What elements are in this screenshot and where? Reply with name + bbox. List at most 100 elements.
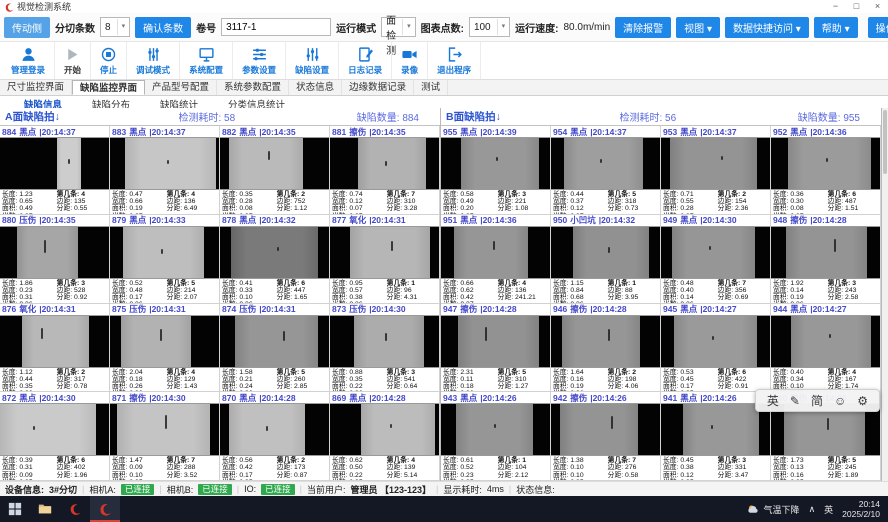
defect-cell[interactable]: 876 氧化 |20:14:31 长度: 1.12 宽度: 0.44 面积: 0…: [0, 304, 110, 393]
defect-cell[interactable]: 952 黑点 |20:14:36 长度: 0.36 宽度: 0.30 面积: 0…: [771, 126, 881, 215]
defect-cell[interactable]: 884 黑点 |20:14:37 长度: 1.23 宽度: 0.65 面积: 0…: [0, 126, 110, 215]
roll-number-input[interactable]: [221, 18, 331, 36]
confirm-count-button[interactable]: 确认条数: [135, 17, 191, 38]
defect-image[interactable]: [441, 137, 550, 190]
defect-image[interactable]: [0, 315, 109, 368]
operator-side-button[interactable]: 操作侧: [868, 17, 888, 38]
defect-image[interactable]: [110, 315, 219, 368]
admin-login-button[interactable]: 管理登录: [2, 42, 55, 79]
start-button[interactable]: 开始: [55, 42, 91, 79]
tray-expand-chevron-icon[interactable]: ∧: [809, 504, 816, 515]
defect-image[interactable]: [661, 315, 770, 368]
ime-pen-icon[interactable]: ✎: [790, 395, 800, 407]
defect-image[interactable]: [551, 403, 660, 456]
file-explorer-icon[interactable]: [30, 496, 60, 522]
transmission-side-button[interactable]: 传动侧: [4, 17, 50, 38]
view-menu-button[interactable]: 视图 ▾: [676, 17, 720, 38]
exit-program-button[interactable]: 退出程序: [428, 42, 481, 79]
vision-app-icon[interactable]: [90, 496, 120, 522]
scrollbar-thumb[interactable]: [883, 110, 887, 174]
data-quick-access-menu-button[interactable]: 数据快捷访问 ▾: [725, 17, 809, 38]
defect-cell[interactable]: 875 压伤 |20:14:31 长度: 2.04 宽度: 0.18 面积: 0…: [110, 304, 220, 393]
windows-start-icon[interactable]: [0, 496, 30, 522]
browser-app-icon[interactable]: [60, 496, 90, 522]
defect-cell[interactable]: 877 氧化 |20:14:31 长度: 0.95 宽度: 0.57 面积: 0…: [330, 215, 440, 304]
defect-image[interactable]: [110, 403, 219, 456]
system-config-button[interactable]: 系统配置: [180, 42, 233, 79]
ime-lang-toggle[interactable]: 英: [767, 395, 779, 407]
vertical-scrollbar[interactable]: [882, 108, 888, 481]
defect-image[interactable]: [551, 315, 660, 368]
defect-image[interactable]: [330, 226, 439, 279]
defect-image[interactable]: [771, 226, 880, 279]
defect-cell[interactable]: 878 黑点 |20:14:32 长度: 0.41 宽度: 0.33 面积: 0…: [220, 215, 330, 304]
defect-image[interactable]: [441, 315, 550, 368]
ime-simplified-toggle[interactable]: 简: [811, 395, 823, 407]
defect-image[interactable]: [661, 226, 770, 279]
debug-mode-button[interactable]: 调试模式: [127, 42, 180, 79]
taskbar-clock[interactable]: 20:14 2025/2/10: [842, 499, 880, 519]
defect-image[interactable]: [220, 315, 329, 368]
log-record-button[interactable]: 日志记录: [339, 42, 392, 79]
defect-cell[interactable]: 883 黑点 |20:14:37 长度: 0.47 宽度: 0.66 面积: 0…: [110, 126, 220, 215]
defect-image[interactable]: [551, 226, 660, 279]
slit-count-dropdown[interactable]: 8 ▾: [100, 17, 130, 37]
clear-alarm-button[interactable]: 清除报警: [615, 17, 671, 38]
param-setting-button[interactable]: 参数设置: [233, 42, 286, 79]
run-mode-dropdown[interactable]: 双面检测 ▾: [381, 17, 416, 37]
defect-cell[interactable]: 870 黑点 |20:14:28 长度: 0.56 宽度: 0.42 面积: 0…: [220, 392, 330, 481]
defect-cell[interactable]: 879 黑点 |20:14:33 长度: 0.52 宽度: 0.48 面积: 0…: [110, 215, 220, 304]
defect-image[interactable]: [441, 403, 550, 456]
defect-cell[interactable]: 949 黑点 |20:14:30 长度: 0.48 宽度: 0.40 面积: 0…: [661, 215, 771, 304]
help-menu-button[interactable]: 帮助 ▾: [814, 17, 858, 38]
defect-cell[interactable]: 943 黑点 |20:14:26 长度: 0.61 宽度: 0.52 面积: 0…: [441, 392, 551, 481]
defect-cell[interactable]: 955 黑点 |20:14:39 长度: 0.58 宽度: 0.49 面积: 0…: [441, 126, 551, 215]
defect-image[interactable]: [771, 315, 880, 368]
defect-cell[interactable]: 872 黑点 |20:14:30 长度: 0.39 宽度: 0.31 面积: 0…: [0, 392, 110, 481]
defect-image[interactable]: [330, 315, 439, 368]
defect-image[interactable]: [661, 137, 770, 190]
defect-image[interactable]: [0, 403, 109, 456]
defect-cell[interactable]: 880 压伤 |20:14:35 长度: 1.86 宽度: 0.23 面积: 0…: [0, 215, 110, 304]
input-language-indicator[interactable]: 英: [824, 503, 833, 516]
defect-cell[interactable]: 881 擦伤 |20:14:35 长度: 0.74 宽度: 0.12 面积: 0…: [330, 126, 440, 215]
defect-image[interactable]: [220, 403, 329, 456]
defect-cell[interactable]: 946 擦伤 |20:14:28 长度: 1.64 宽度: 0.16 面积: 0…: [551, 304, 661, 393]
defect-cell[interactable]: 947 擦伤 |20:14:28 长度: 2.31 宽度: 0.11 面积: 0…: [441, 304, 551, 393]
defect-image[interactable]: [551, 137, 660, 190]
defect-image[interactable]: [110, 226, 219, 279]
defect-cell[interactable]: 953 黑点 |20:14:37 长度: 0.71 宽度: 0.55 面积: 0…: [661, 126, 771, 215]
defect-cell[interactable]: 873 压伤 |20:14:30 长度: 0.88 宽度: 0.35 面积: 0…: [330, 304, 440, 393]
defect-image[interactable]: [771, 137, 880, 190]
defect-cell[interactable]: 951 黑点 |20:14:36 长度: 0.66 宽度: 0.62 面积: 0…: [441, 215, 551, 304]
tab-size-monitor[interactable]: 尺寸监控界面: [0, 80, 72, 95]
record-video-button[interactable]: 录像: [392, 42, 428, 79]
defect-image[interactable]: [330, 403, 439, 456]
tab-edge-data-log[interactable]: 边缘数据记录: [342, 80, 414, 95]
defect-image[interactable]: [441, 226, 550, 279]
close-button[interactable]: ×: [867, 0, 888, 13]
defect-image[interactable]: [0, 137, 109, 190]
tab-product-config[interactable]: 产品型号配置: [145, 80, 217, 95]
defect-image[interactable]: [220, 226, 329, 279]
defect-cell[interactable]: 874 压伤 |20:14:31 长度: 1.58 宽度: 0.21 面积: 0…: [220, 304, 330, 393]
defect-image[interactable]: [0, 226, 109, 279]
defect-cell[interactable]: 942 擦伤 |20:14:26 长度: 1.38 宽度: 0.10 面积: 0…: [551, 392, 661, 481]
tab-status-info[interactable]: 状态信息: [289, 80, 342, 95]
defect-cell[interactable]: 882 黑点 |20:14:35 长度: 0.35 宽度: 0.28 面积: 0…: [220, 126, 330, 215]
defect-setting-button[interactable]: 缺陷设置: [286, 42, 339, 79]
minimize-button[interactable]: −: [825, 0, 846, 13]
defect-cell[interactable]: 950 小凹坑 |20:14:32 长度: 1.15 宽度: 0.84 面积: …: [551, 215, 661, 304]
defect-image[interactable]: [220, 137, 329, 190]
defect-cell[interactable]: 944 黑点 |20:14:27 长度: 0.40 宽度: 0.34 面积: 0…: [771, 304, 881, 393]
tab-test[interactable]: 测试: [414, 80, 448, 95]
chart-points-dropdown[interactable]: 100 ▾: [469, 17, 510, 37]
tab-system-params[interactable]: 系统参数配置: [217, 80, 289, 95]
weather-widget[interactable]: 气温下降: [747, 503, 800, 516]
ime-settings-gear-icon[interactable]: ⚙: [857, 395, 868, 407]
maximize-button[interactable]: □: [846, 0, 867, 13]
defect-cell[interactable]: 948 擦伤 |20:14:28 长度: 1.92 宽度: 0.14 面积: 0…: [771, 215, 881, 304]
stop-button[interactable]: 停止: [91, 42, 127, 79]
defect-cell[interactable]: 954 黑点 |20:14:37 长度: 0.44 宽度: 0.37 面积: 0…: [551, 126, 661, 215]
tab-defect-monitor[interactable]: 缺陷监控界面: [72, 80, 145, 95]
